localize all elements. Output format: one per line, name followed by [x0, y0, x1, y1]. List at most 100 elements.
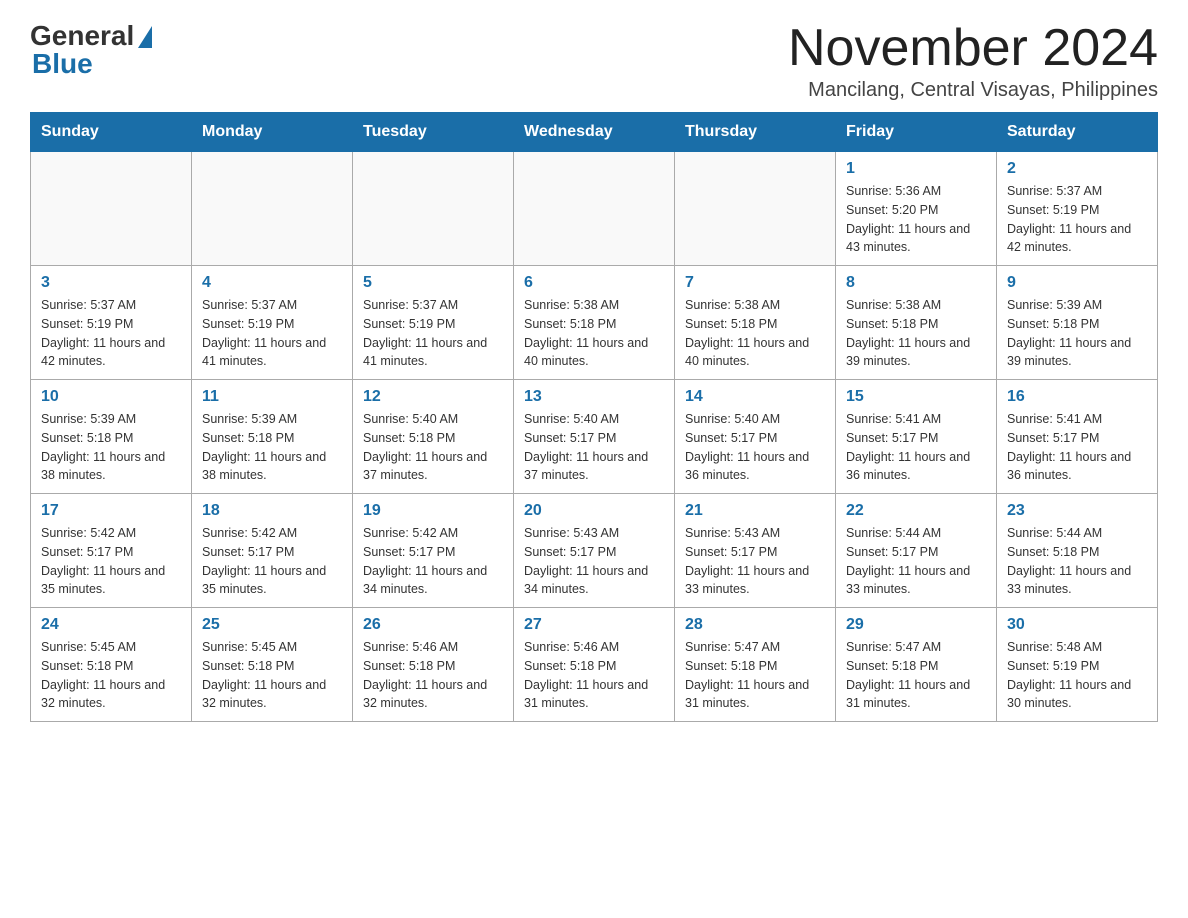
day-info: Sunrise: 5:41 AMSunset: 5:17 PMDaylight:…	[1007, 410, 1147, 485]
calendar-header-row: SundayMondayTuesdayWednesdayThursdayFrid…	[31, 113, 1158, 152]
calendar-header-tuesday: Tuesday	[353, 113, 514, 152]
calendar-header-saturday: Saturday	[997, 113, 1158, 152]
logo-triangle-icon	[138, 26, 152, 48]
calendar-cell	[675, 152, 836, 266]
calendar-cell: 17Sunrise: 5:42 AMSunset: 5:17 PMDayligh…	[31, 494, 192, 608]
day-number: 21	[685, 502, 825, 520]
day-number: 20	[524, 502, 664, 520]
calendar-cell: 27 Sunrise: 5:46 AMSunset: 5:18 PMDayligh…	[514, 608, 675, 722]
day-info: Sunrise: 5:44 AMSunset: 5:18 PMDaylight:…	[1007, 524, 1147, 599]
calendar-cell: 15 Sunrise: 5:41 AMSunset: 5:17 PMDayligh…	[836, 380, 997, 494]
day-number: 27	[524, 616, 664, 634]
calendar-cell: 18 Sunrise: 5:42 AMSunset: 5:17 PMDayligh…	[192, 494, 353, 608]
location-text: Mancilang, Central Visayas, Philippines	[788, 79, 1158, 102]
day-info: Sunrise: 5:39 AMSunset: 5:18 PMDaylight:…	[41, 410, 181, 485]
month-title: November 2024	[788, 20, 1158, 77]
page-header: General Blue November 2024 Mancilang, Ce…	[30, 20, 1158, 102]
calendar-week-5: 24 Sunrise: 5:45 AMSunset: 5:18 PMDayligh…	[31, 608, 1158, 722]
day-number: 13	[524, 388, 664, 406]
day-info: Sunrise: 5:43 AMSunset: 5:17 PMDaylight:…	[685, 524, 825, 599]
day-number: 18	[202, 502, 342, 520]
calendar-cell	[192, 152, 353, 266]
day-info: Sunrise: 5:43 AMSunset: 5:17 PMDaylight:…	[524, 524, 664, 599]
logo: General Blue	[30, 20, 152, 80]
day-number: 19	[363, 502, 503, 520]
day-number: 11	[202, 388, 342, 406]
calendar-header-sunday: Sunday	[31, 113, 192, 152]
day-info: Sunrise: 5:38 AMSunset: 5:18 PMDaylight:…	[685, 296, 825, 371]
day-number: 5	[363, 274, 503, 292]
calendar-cell: 5 Sunrise: 5:37 AMSunset: 5:19 PMDaylight…	[353, 266, 514, 380]
day-number: 8	[846, 274, 986, 292]
day-number: 26	[363, 616, 503, 634]
calendar-week-3: 10 Sunrise: 5:39 AMSunset: 5:18 PMDayligh…	[31, 380, 1158, 494]
day-number: 4	[202, 274, 342, 292]
day-number: 22	[846, 502, 986, 520]
day-info: Sunrise: 5:40 AMSunset: 5:17 PMDaylight:…	[524, 410, 664, 485]
day-info: Sunrise: 5:37 AMSunset: 5:19 PMDaylight:…	[363, 296, 503, 371]
calendar-header-monday: Monday	[192, 113, 353, 152]
day-info: Sunrise: 5:42 AMSunset: 5:17 PMDaylight:…	[202, 524, 342, 599]
day-info: Sunrise: 5:40 AMSunset: 5:18 PMDaylight:…	[363, 410, 503, 485]
calendar-cell: 23 Sunrise: 5:44 AMSunset: 5:18 PMDayligh…	[997, 494, 1158, 608]
calendar-cell: 1Sunrise: 5:36 AMSunset: 5:20 PMDaylight…	[836, 152, 997, 266]
day-info: Sunrise: 5:46 AMSunset: 5:18 PMDaylight:…	[363, 638, 503, 713]
calendar-table: SundayMondayTuesdayWednesdayThursdayFrid…	[30, 112, 1158, 722]
day-info: Sunrise: 5:39 AMSunset: 5:18 PMDaylight:…	[202, 410, 342, 485]
calendar-cell	[514, 152, 675, 266]
day-info: Sunrise: 5:39 AMSunset: 5:18 PMDaylight:…	[1007, 296, 1147, 371]
day-number: 25	[202, 616, 342, 634]
day-info: Sunrise: 5:45 AMSunset: 5:18 PMDaylight:…	[41, 638, 181, 713]
calendar-cell: 24 Sunrise: 5:45 AMSunset: 5:18 PMDayligh…	[31, 608, 192, 722]
calendar-cell: 16Sunrise: 5:41 AMSunset: 5:17 PMDayligh…	[997, 380, 1158, 494]
day-info: Sunrise: 5:41 AMSunset: 5:17 PMDaylight:…	[846, 410, 986, 485]
day-number: 6	[524, 274, 664, 292]
calendar-cell: 9 Sunrise: 5:39 AMSunset: 5:18 PMDaylight…	[997, 266, 1158, 380]
calendar-cell: 29 Sunrise: 5:47 AMSunset: 5:18 PMDayligh…	[836, 608, 997, 722]
day-info: Sunrise: 5:38 AMSunset: 5:18 PMDaylight:…	[846, 296, 986, 371]
calendar-cell	[31, 152, 192, 266]
day-number: 23	[1007, 502, 1147, 520]
day-number: 29	[846, 616, 986, 634]
day-number: 28	[685, 616, 825, 634]
day-info: Sunrise: 5:42 AMSunset: 5:17 PMDaylight:…	[363, 524, 503, 599]
calendar-cell: 20 Sunrise: 5:43 AMSunset: 5:17 PMDayligh…	[514, 494, 675, 608]
calendar-week-1: 1Sunrise: 5:36 AMSunset: 5:20 PMDaylight…	[31, 152, 1158, 266]
calendar-cell: 11 Sunrise: 5:39 AMSunset: 5:18 PMDayligh…	[192, 380, 353, 494]
calendar-cell: 21 Sunrise: 5:43 AMSunset: 5:17 PMDayligh…	[675, 494, 836, 608]
day-number: 10	[41, 388, 181, 406]
day-number: 17	[41, 502, 181, 520]
calendar-week-2: 3 Sunrise: 5:37 AMSunset: 5:19 PMDaylight…	[31, 266, 1158, 380]
day-info: Sunrise: 5:45 AMSunset: 5:18 PMDaylight:…	[202, 638, 342, 713]
day-info: Sunrise: 5:37 AMSunset: 5:19 PMDaylight:…	[1007, 182, 1147, 257]
calendar-header-friday: Friday	[836, 113, 997, 152]
day-info: Sunrise: 5:47 AMSunset: 5:18 PMDaylight:…	[846, 638, 986, 713]
calendar-cell: 10 Sunrise: 5:39 AMSunset: 5:18 PMDayligh…	[31, 380, 192, 494]
calendar-cell: 26 Sunrise: 5:46 AMSunset: 5:18 PMDayligh…	[353, 608, 514, 722]
calendar-header-wednesday: Wednesday	[514, 113, 675, 152]
calendar-cell: 3 Sunrise: 5:37 AMSunset: 5:19 PMDaylight…	[31, 266, 192, 380]
calendar-cell: 4 Sunrise: 5:37 AMSunset: 5:19 PMDaylight…	[192, 266, 353, 380]
calendar-cell: 30 Sunrise: 5:48 AMSunset: 5:19 PMDayligh…	[997, 608, 1158, 722]
day-number: 9	[1007, 274, 1147, 292]
day-number: 24	[41, 616, 181, 634]
day-info: Sunrise: 5:38 AMSunset: 5:18 PMDaylight:…	[524, 296, 664, 371]
day-number: 15	[846, 388, 986, 406]
calendar-week-4: 17 Sunrise: 5:42 AMSunset: 5:17 PMDayligh…	[31, 494, 1158, 608]
day-number: 12	[363, 388, 503, 406]
day-number: 3	[41, 274, 181, 292]
calendar-cell: 14Sunrise: 5:40 AMSunset: 5:17 PMDayligh…	[675, 380, 836, 494]
day-info: Sunrise: 5:37 AMSunset: 5:19 PMDaylight:…	[202, 296, 342, 371]
day-info: Sunrise: 5:37 AMSunset: 5:19 PMDaylight:…	[41, 296, 181, 371]
day-info: Sunrise: 5:48 AMSunset: 5:19 PMDaylight:…	[1007, 638, 1147, 713]
calendar-cell: 19 Sunrise: 5:42 AMSunset: 5:17 PMDayligh…	[353, 494, 514, 608]
title-block: November 2024 Mancilang, Central Visayas…	[788, 20, 1158, 102]
day-info: Sunrise: 5:40 AMSunset: 5:17 PMDaylight:…	[685, 410, 825, 485]
calendar-cell	[353, 152, 514, 266]
day-info: Sunrise: 5:46 AMSunset: 5:18 PMDaylight:…	[524, 638, 664, 713]
day-info: Sunrise: 5:47 AMSunset: 5:18 PMDaylight:…	[685, 638, 825, 713]
day-number: 7	[685, 274, 825, 292]
day-number: 30	[1007, 616, 1147, 634]
calendar-cell: 12 Sunrise: 5:40 AMSunset: 5:18 PMDayligh…	[353, 380, 514, 494]
calendar-cell: 8 Sunrise: 5:38 AMSunset: 5:18 PMDaylight…	[836, 266, 997, 380]
